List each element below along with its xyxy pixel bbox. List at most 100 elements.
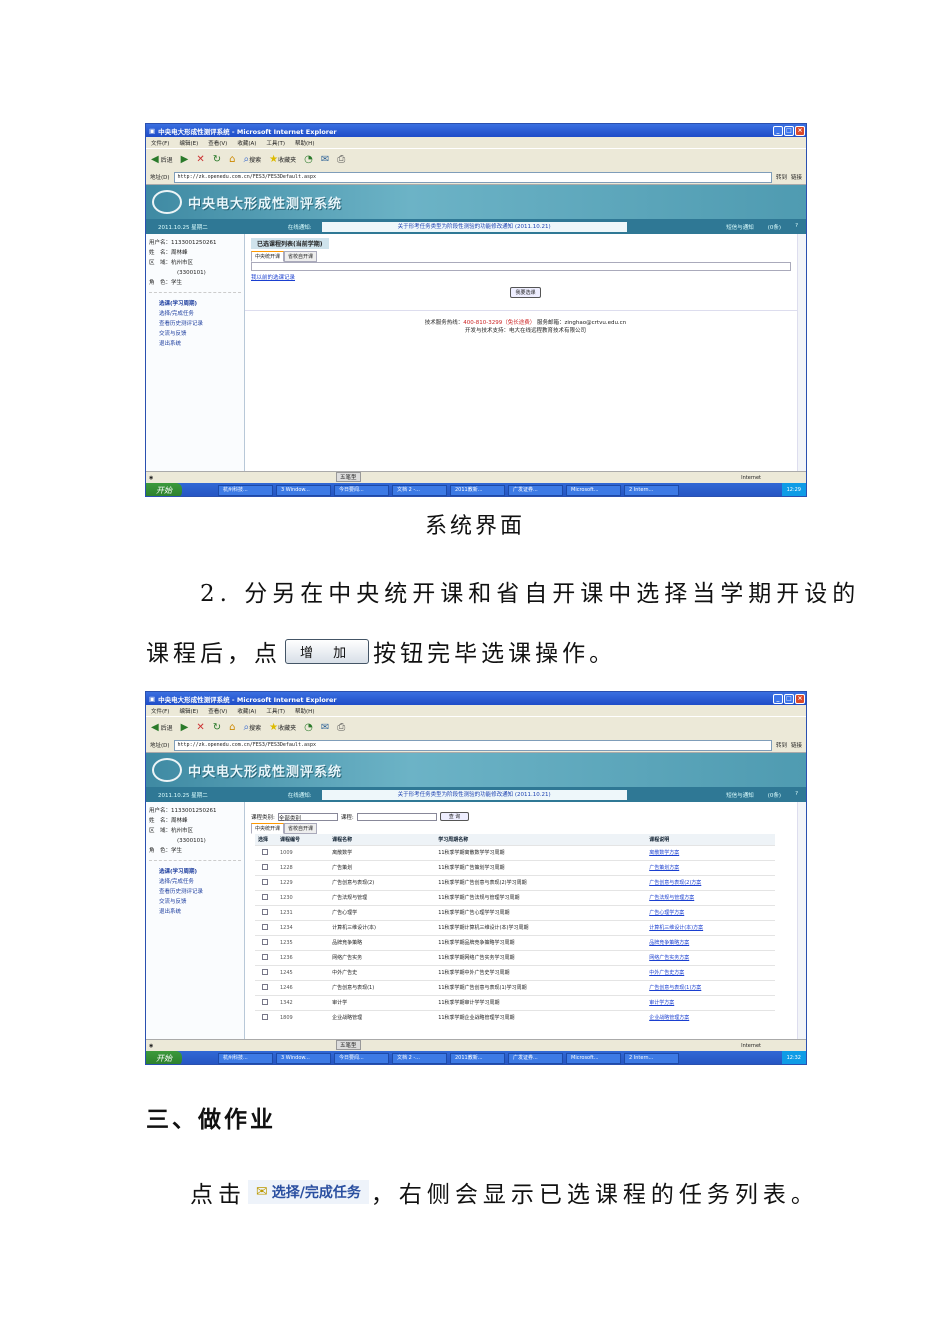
select-checkbox[interactable] [255,874,277,890]
ime-bar[interactable]: 五笔型 [336,472,361,482]
messages-link[interactable]: 短信与通知 [726,791,754,799]
nav-history[interactable]: 查看历史测评记录 [149,887,241,897]
tab-central[interactable]: 中央统开课 [251,251,285,262]
select-checkbox[interactable] [255,1009,277,1025]
start-button[interactable]: 开始 [146,483,182,496]
back-button[interactable]: ◀ 后退 [151,154,173,165]
mail-icon[interactable]: ✉ [321,154,329,165]
maximize-button[interactable]: □ [784,125,794,136]
forward-icon[interactable]: ▶ [181,154,189,165]
notice-link[interactable]: 关于形考任务类型为阶段性测验的功能修改通知 (2011.10.21) [321,789,627,800]
nav-select-course[interactable]: 选课(学习周期) [149,867,241,877]
ime-bar[interactable]: 五笔型 [336,1040,361,1050]
refresh-icon[interactable]: ↻ [213,154,221,165]
course-plan-link[interactable]: 计算机三维设计(本)方案 [646,919,775,935]
select-checkbox[interactable] [255,934,277,950]
messages-link[interactable]: 短信与通知 [726,223,754,231]
course-plan-link[interactable]: 审计学方案 [646,994,775,1010]
back-button[interactable]: ◀ 后退 [151,722,173,733]
vertical-scrollbar[interactable] [797,802,806,1039]
taskbar-item[interactable]: 3 Window... [276,485,331,496]
maximize-button[interactable]: □ [784,693,794,704]
email[interactable]: zinghao@crtvu.edu.cn [565,320,627,326]
course-plan-link[interactable]: 广告法规与管理方案 [646,889,775,905]
minimize-button[interactable]: _ [773,693,783,704]
select-checkbox[interactable] [255,979,277,995]
favorites-button[interactable]: ★收藏夹 [269,722,296,733]
taskbar-item[interactable]: 广发证券... [508,1053,563,1064]
menu-tools[interactable]: 工具(T) [266,707,285,715]
course-plan-link[interactable]: 广告创意与表现(1)方案 [646,979,775,995]
tab-provincial[interactable]: 省校自开课 [284,251,318,262]
taskbar-item[interactable]: 广发证券... [508,485,563,496]
home-icon[interactable]: ⌂ [229,722,235,733]
course-plan-link[interactable]: 广告策划方案 [646,859,775,875]
vertical-scrollbar[interactable] [797,234,806,471]
menu-favorites[interactable]: 收藏(A) [237,139,256,147]
course-plan-link[interactable]: 离散数学方案 [646,844,775,860]
history-icon[interactable]: ◔ [304,154,313,165]
course-plan-link[interactable]: 企业战略管理方案 [646,1009,775,1025]
minimize-button[interactable]: _ [773,125,783,136]
select-checkbox[interactable] [255,919,277,935]
stop-icon[interactable]: ✕ [196,154,204,165]
menu-view[interactable]: 查看(V) [208,707,227,715]
select-checkbox[interactable] [255,949,277,965]
query-button[interactable]: 查 询 [439,812,470,821]
tab-central[interactable]: 中央统开课 [251,823,285,834]
menu-help[interactable]: 帮助(H) [295,707,314,715]
select-checkbox[interactable] [255,844,277,860]
taskbar-item[interactable]: 文档 2 -... [392,1053,447,1064]
taskbar-item[interactable]: Microsoft... [566,485,621,496]
taskbar-item[interactable]: 杭州科技... [218,1053,273,1064]
search-button[interactable]: ⌕搜索 [243,154,261,165]
help-icon[interactable]: ? [795,791,798,799]
search-button[interactable]: ⌕搜索 [243,722,261,733]
stop-icon[interactable]: ✕ [196,722,204,733]
nav-history[interactable]: 查看历史测评记录 [149,319,241,329]
menu-view[interactable]: 查看(V) [208,139,227,147]
taskbar-item[interactable]: 2011教新... [450,485,505,496]
nav-select-course[interactable]: 选课(学习周期) [149,299,241,309]
taskbar-item[interactable]: 今日要闻... [334,485,389,496]
select-checkbox[interactable] [255,964,277,980]
course-plan-link[interactable]: 中外广告史方案 [646,964,775,980]
favorites-button[interactable]: ★收藏夹 [269,154,296,165]
select-checkbox[interactable] [255,889,277,905]
mail-icon[interactable]: ✉ [321,722,329,733]
select-checkbox[interactable] [255,859,277,875]
go-button[interactable]: 转到 [776,173,787,181]
close-button[interactable]: × [795,693,805,704]
menu-edit[interactable]: 编辑(E) [179,139,198,147]
close-button[interactable]: × [795,125,805,136]
select-course-button[interactable]: 我要选课 [510,287,541,298]
nav-logout[interactable]: 退出系统 [149,907,241,917]
select-checkbox[interactable] [255,904,277,920]
history-link[interactable]: 我以前的选课记录 [251,273,800,281]
start-button[interactable]: 开始 [146,1051,182,1064]
refresh-icon[interactable]: ↻ [213,722,221,733]
menu-file[interactable]: 文件(F) [151,707,169,715]
nav-select-task[interactable]: 选择/完成任务 [149,877,241,887]
nav-select-task[interactable]: 选择/完成任务 [149,309,241,319]
links-label[interactable]: 链接 [791,173,802,181]
course-plan-link[interactable]: 广告心理学方案 [646,904,775,920]
taskbar-item[interactable]: 文档 2 -... [392,485,447,496]
menu-favorites[interactable]: 收藏(A) [237,707,256,715]
taskbar-item[interactable]: 今日要闻... [334,1053,389,1064]
category-select[interactable]: 全部类别 [277,812,338,822]
menu-tools[interactable]: 工具(T) [266,139,285,147]
menu-edit[interactable]: 编辑(E) [179,707,198,715]
taskbar-item[interactable]: 2 Intern... [624,1053,679,1064]
taskbar-item[interactable]: 2011教新... [450,1053,505,1064]
course-plan-link[interactable]: 品牌竞争策略方案 [646,934,775,950]
url-input[interactable]: http://zk.openedu.com.cn/FES3/FES3Defaul… [173,171,772,183]
select-checkbox[interactable] [255,994,277,1010]
links-label[interactable]: 链接 [791,741,802,749]
print-icon[interactable]: ⎙ [337,722,345,733]
menu-help[interactable]: 帮助(H) [295,139,314,147]
taskbar-item[interactable]: Microsoft... [566,1053,621,1064]
course-plan-link[interactable]: 网络广告实务方案 [646,949,775,965]
help-icon[interactable]: ? [795,223,798,231]
history-icon[interactable]: ◔ [304,722,313,733]
